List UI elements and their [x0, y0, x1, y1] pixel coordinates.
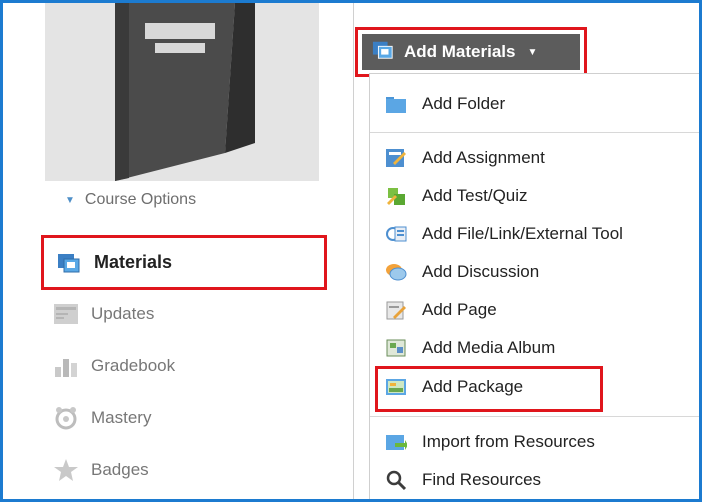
- menu-item-add-folder[interactable]: Add Folder: [384, 88, 505, 120]
- menu-separator: [370, 416, 699, 417]
- chevron-down-icon: ▼: [65, 194, 75, 206]
- menu-separator: [370, 132, 699, 133]
- column-divider: [353, 3, 354, 499]
- menu-item-label: Add Folder: [422, 94, 506, 113]
- menu-item-label: Add File/Link/External Tool: [422, 224, 623, 243]
- menu-item-import-from-resources[interactable]: Import from Resources: [384, 426, 595, 458]
- sidebar-item-materials[interactable]: Materials: [41, 235, 327, 290]
- sidebar-item-label: Mastery: [91, 408, 152, 427]
- menu-item-label: Add Test/Quiz: [422, 186, 528, 205]
- quiz-icon: [384, 184, 408, 208]
- add-materials-label: Add Materials: [404, 42, 516, 61]
- add-materials-button[interactable]: Add Materials ▼: [362, 34, 580, 70]
- menu-item-label: Import from Resources: [422, 432, 595, 451]
- updates-icon: [53, 301, 79, 327]
- import-icon: [384, 430, 408, 454]
- add-package-highlight: [375, 366, 603, 412]
- sidebar-item-badges[interactable]: Badges: [53, 453, 149, 487]
- add-materials-menu: Add Folder Add Assignment Add Test/Quiz …: [369, 73, 699, 499]
- menu-item-add-test-quiz[interactable]: Add Test/Quiz: [384, 180, 528, 212]
- menu-item-label: Add Page: [422, 300, 497, 319]
- sidebar-item-label: Updates: [91, 304, 155, 323]
- materials-icon: [372, 39, 394, 66]
- sidebar-item-updates[interactable]: Updates: [53, 297, 154, 331]
- screenshot-frame: ▼ Course Options Materials Updates Grade…: [0, 0, 702, 502]
- search-icon: [384, 468, 408, 492]
- sidebar-item-mastery[interactable]: Mastery: [53, 401, 151, 435]
- menu-item-add-discussion[interactable]: Add Discussion: [384, 256, 539, 288]
- sidebar-item-label: Badges: [91, 460, 149, 479]
- sidebar-item-label: Materials: [94, 252, 173, 272]
- left-sidebar: ▼ Course Options Materials Updates Grade…: [3, 3, 343, 499]
- assignment-icon: [384, 146, 408, 170]
- menu-item-find-resources[interactable]: Find Resources: [384, 464, 541, 496]
- gradebook-icon: [53, 353, 79, 379]
- chevron-down-icon: ▼: [527, 46, 538, 58]
- sidebar-item-gradebook[interactable]: Gradebook: [53, 349, 175, 383]
- discussion-icon: [384, 260, 408, 284]
- badges-icon: [53, 457, 79, 483]
- menu-item-add-page[interactable]: Add Page: [384, 294, 497, 326]
- menu-item-add-file-link[interactable]: Add File/Link/External Tool: [384, 218, 623, 250]
- menu-item-label: Find Resources: [422, 470, 542, 489]
- course-picture: [45, 3, 319, 181]
- menu-item-add-assignment[interactable]: Add Assignment: [384, 142, 545, 174]
- menu-item-label: Add Media Album: [422, 338, 556, 357]
- course-options-label: Course Options: [84, 191, 197, 208]
- file-link-icon: [384, 222, 408, 246]
- media-album-icon: [384, 336, 408, 360]
- page-icon: [384, 298, 408, 322]
- menu-item-add-media-album[interactable]: Add Media Album: [384, 332, 555, 364]
- menu-item-label: Add Discussion: [422, 262, 540, 281]
- course-book-icon: [45, 3, 319, 181]
- menu-item-label: Add Assignment: [422, 148, 545, 167]
- mastery-icon: [53, 405, 79, 431]
- materials-icon: [56, 250, 82, 276]
- sidebar-item-label: Gradebook: [91, 356, 176, 375]
- folder-icon: [384, 92, 408, 116]
- course-options-toggle[interactable]: ▼ Course Options: [65, 191, 196, 209]
- add-materials-highlight: Add Materials ▼: [355, 27, 587, 77]
